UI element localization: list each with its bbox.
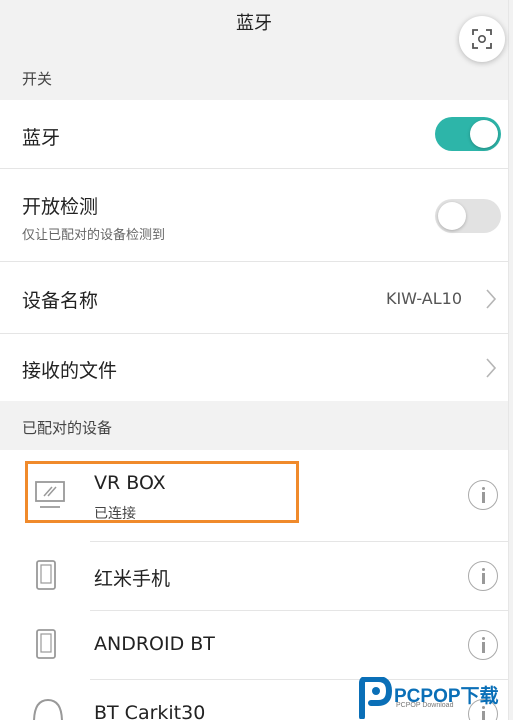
highlight-box: [25, 461, 299, 523]
paired-device-row[interactable]: 红米手机: [0, 542, 508, 610]
device-name: ANDROID BT: [94, 633, 215, 655]
page-title: 蓝牙: [236, 13, 272, 34]
device-name-value: KIW-AL10: [385, 289, 462, 308]
section-label: 开关: [22, 70, 53, 88]
toggle-knob: [438, 202, 466, 230]
scan-icon: [472, 29, 492, 49]
bluetooth-row[interactable]: 蓝牙: [0, 100, 508, 168]
section-header-paired: 已配对的设备: [0, 401, 508, 450]
phone-icon: [36, 629, 56, 659]
scan-button[interactable]: [459, 16, 505, 62]
device-name: 红米手机: [94, 568, 171, 590]
pcpop-logo-icon: [359, 677, 392, 719]
info-icon[interactable]: [468, 630, 498, 660]
discoverable-sublabel: 仅让已配对的设备检测到: [22, 228, 166, 243]
discoverable-row[interactable]: 开放检测 仅让已配对的设备检测到: [0, 169, 508, 261]
watermark: PCPOP下载 PCPOP Download: [356, 677, 512, 719]
discoverable-toggle[interactable]: [435, 199, 501, 233]
paired-device-row[interactable]: ANDROID BT: [0, 611, 508, 679]
discoverable-label: 开放检测: [22, 196, 99, 218]
device-name: BT Carkit30: [94, 702, 206, 720]
bluetooth-toggle[interactable]: [435, 117, 501, 151]
section-header-switch: 开关: [0, 52, 508, 100]
title-bar: 蓝牙: [0, 0, 508, 52]
received-files-row[interactable]: 接收的文件: [0, 334, 508, 401]
received-files-label: 接收的文件: [22, 360, 118, 382]
device-name-row[interactable]: 设备名称 KIW-AL10: [0, 262, 508, 333]
bluetooth-settings-screen: 蓝牙 开关 蓝牙 开放检测 仅让已配对的设备检测到 设备名称 KIW-AL10 …: [0, 0, 509, 720]
info-icon[interactable]: [468, 561, 498, 591]
chevron-right-icon: [486, 289, 497, 309]
section-label: 已配对的设备: [22, 419, 113, 437]
chevron-right-icon: [486, 358, 497, 378]
toggle-knob: [470, 120, 498, 148]
phone-icon: [36, 560, 56, 590]
device-name-label: 设备名称: [22, 290, 99, 312]
headset-icon: [33, 698, 63, 720]
info-icon[interactable]: [468, 480, 498, 510]
bluetooth-label: 蓝牙: [22, 127, 61, 149]
watermark-sub: PCPOP Download: [396, 702, 454, 709]
